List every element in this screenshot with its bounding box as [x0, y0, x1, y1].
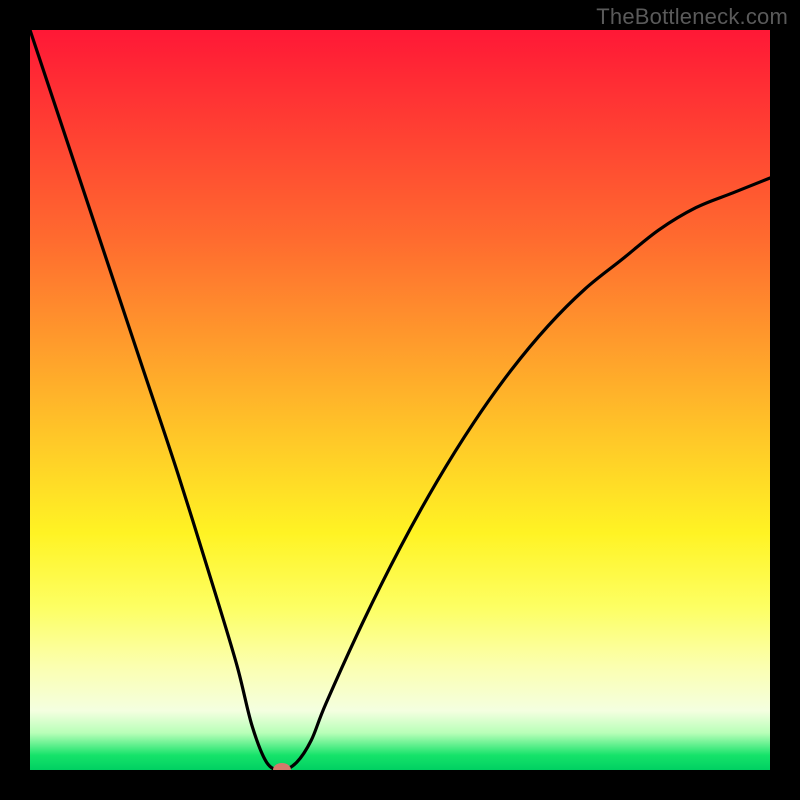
plot-area	[30, 30, 770, 770]
curve-path	[30, 30, 770, 770]
watermark-text: TheBottleneck.com	[596, 4, 788, 30]
chart-frame: TheBottleneck.com	[0, 0, 800, 800]
bottleneck-curve	[30, 30, 770, 770]
optimal-point-marker	[273, 763, 291, 770]
